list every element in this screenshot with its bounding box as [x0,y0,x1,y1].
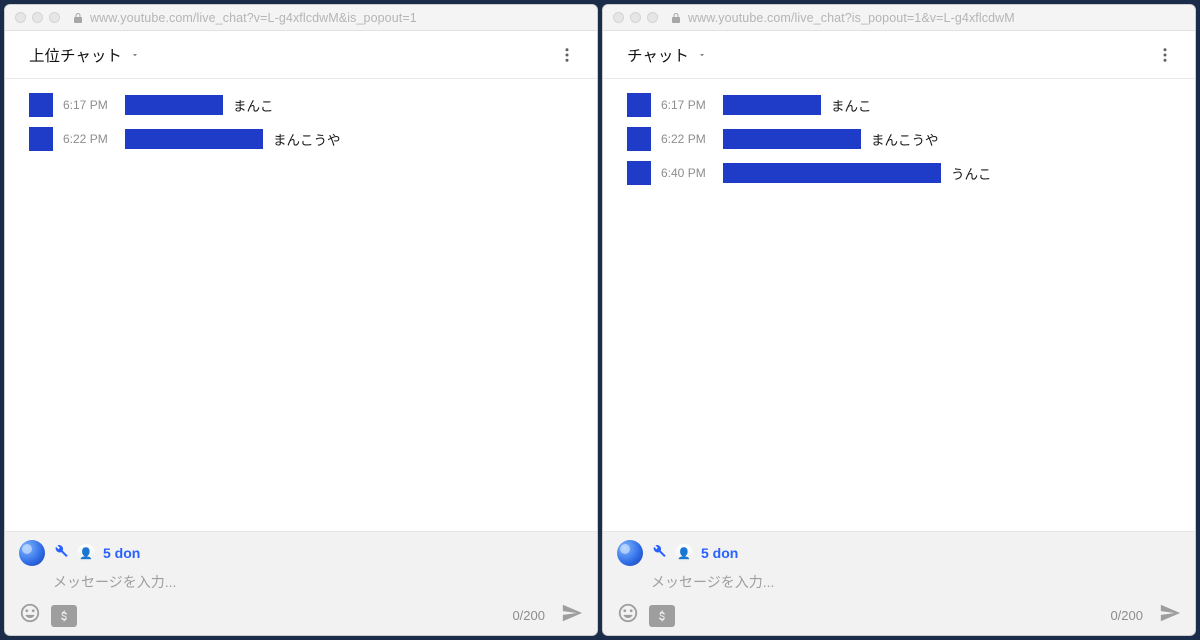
member-badge-icon: 👤 [675,544,693,562]
chevron-down-icon[interactable] [130,50,140,60]
message-text: うんこ [951,163,992,183]
username-redacted [723,163,941,183]
message-timestamp: 6:40 PM [661,166,713,180]
window-control-dot[interactable] [647,12,658,23]
window-control-dot[interactable] [32,12,43,23]
self-avatar [617,540,643,566]
char-counter: 0/200 [512,608,545,623]
username-redacted [125,95,223,115]
username-redacted [723,129,861,149]
message-text: まんこうや [273,129,341,149]
chat-message-row: 6:22 PM まんこうや [29,127,579,151]
more-options-button[interactable] [555,43,579,67]
chevron-down-icon[interactable] [697,50,707,60]
chat-window: www.youtube.com/live_chat?v=L-g4xflcdwM&… [4,4,598,636]
window-titlebar: www.youtube.com/live_chat?is_popout=1&v=… [603,5,1195,31]
lock-icon [670,12,682,24]
chat-message-list: 6:17 PM まんこ 6:22 PM まんこうや [5,79,597,531]
chat-input-area: 👤 5 don メッセージを入力... 0/200 [603,531,1195,635]
lock-icon [72,12,84,24]
message-timestamp: 6:22 PM [661,132,713,146]
self-avatar [19,540,45,566]
address-url: www.youtube.com/live_chat?is_popout=1&v=… [688,11,1015,25]
message-input[interactable]: メッセージを入力... [19,572,583,592]
user-avatar-redacted [29,93,53,117]
chat-window: www.youtube.com/live_chat?is_popout=1&v=… [602,4,1196,636]
superchat-button[interactable] [51,605,77,627]
message-text: まんこうや [871,129,939,149]
message-input[interactable]: メッセージを入力... [617,572,1181,592]
user-avatar-redacted [627,127,651,151]
window-control-dot[interactable] [613,12,624,23]
window-controls[interactable] [613,12,658,23]
chat-message-row: 6:17 PM まんこ [627,93,1177,117]
chat-input-area: 👤 5 don メッセージを入力... 0/200 [5,531,597,635]
username-redacted [723,95,821,115]
message-timestamp: 6:22 PM [63,132,115,146]
char-counter: 0/200 [1110,608,1143,623]
chat-mode-selector[interactable]: チャット [627,44,689,66]
moderator-wrench-icon [53,543,69,564]
self-username: 5 don [103,545,140,561]
user-avatar-redacted [627,161,651,185]
chat-header: チャット [603,31,1195,79]
emoji-button[interactable] [617,602,639,629]
superchat-button[interactable] [649,605,675,627]
chat-message-row: 6:40 PM うんこ [627,161,1177,185]
message-timestamp: 6:17 PM [63,98,115,112]
emoji-button[interactable] [19,602,41,629]
send-button[interactable] [561,602,583,629]
chat-header: 上位チャット [5,31,597,79]
message-timestamp: 6:17 PM [661,98,713,112]
moderator-wrench-icon [651,543,667,564]
address-url: www.youtube.com/live_chat?v=L-g4xflcdwM&… [90,11,417,25]
send-button[interactable] [1159,602,1181,629]
self-username: 5 don [701,545,738,561]
chat-message-list: 6:17 PM まんこ 6:22 PM まんこうや 6:40 PM うんこ [603,79,1195,531]
chat-message-row: 6:17 PM まんこ [29,93,579,117]
window-controls[interactable] [15,12,60,23]
window-control-dot[interactable] [630,12,641,23]
message-text: まんこ [233,95,274,115]
username-redacted [125,129,263,149]
message-text: まんこ [831,95,872,115]
window-control-dot[interactable] [49,12,60,23]
chat-message-row: 6:22 PM まんこうや [627,127,1177,151]
more-options-button[interactable] [1153,43,1177,67]
member-badge-icon: 👤 [77,544,95,562]
user-avatar-redacted [29,127,53,151]
window-titlebar: www.youtube.com/live_chat?v=L-g4xflcdwM&… [5,5,597,31]
user-avatar-redacted [627,93,651,117]
window-control-dot[interactable] [15,12,26,23]
chat-mode-selector[interactable]: 上位チャット [29,44,122,66]
